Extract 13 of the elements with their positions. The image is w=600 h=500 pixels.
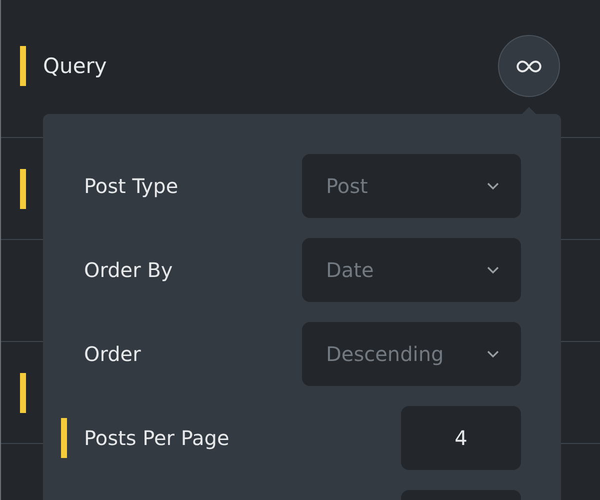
field-label: Post Type — [84, 174, 178, 198]
select-dropdown[interactable]: Post — [302, 154, 521, 218]
infinity-icon — [516, 60, 542, 72]
chevron-down-icon — [487, 266, 499, 274]
field-label: Order — [84, 342, 141, 366]
field-label: Posts Per Page — [84, 426, 230, 450]
number-field[interactable]: 4 — [401, 406, 521, 470]
chevron-down-icon — [487, 350, 499, 358]
section-title: Query — [43, 53, 107, 80]
chevron-down-icon — [487, 182, 499, 190]
select-dropdown[interactable]: Descending — [302, 322, 521, 386]
select-dropdown[interactable]: Date — [302, 238, 521, 302]
field-label: Order By — [84, 258, 173, 282]
